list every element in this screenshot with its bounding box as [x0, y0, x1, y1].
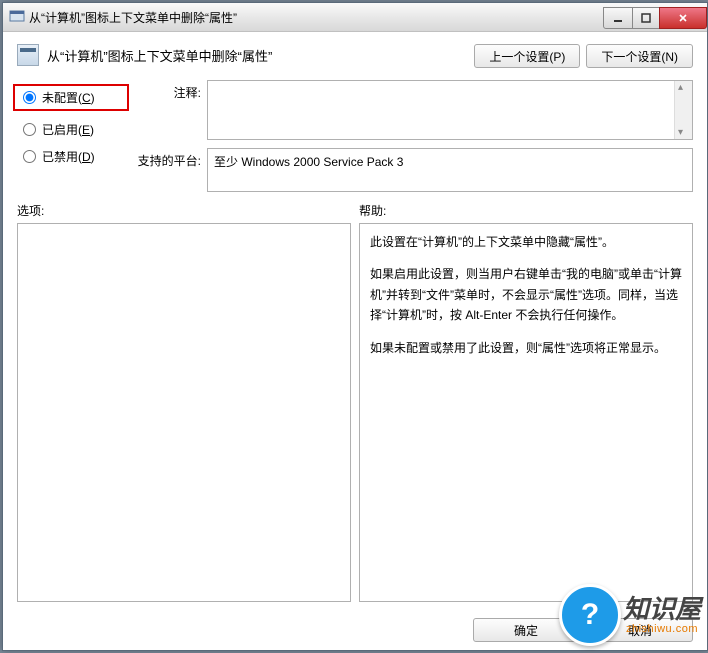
- radio-label: 未配置(C): [42, 89, 95, 106]
- scrollbar[interactable]: [674, 81, 692, 139]
- prev-setting-button[interactable]: 上一个设置(P): [474, 44, 580, 68]
- maximize-button[interactable]: [632, 7, 660, 29]
- header-text: 从“计算机”图标上下文菜单中删除“属性”: [47, 44, 466, 65]
- help-label: 帮助:: [359, 202, 693, 219]
- radio-enabled-input[interactable]: [23, 123, 36, 136]
- help-paragraph: 如果未配置或禁用了此设置，则“属性”选项将正常显示。: [370, 338, 682, 358]
- platform-box: 至少 Windows 2000 Service Pack 3: [207, 148, 693, 192]
- cancel-button[interactable]: 取消: [587, 618, 693, 642]
- help-paragraph: 此设置在“计算机”的上下文菜单中隐藏“属性”。: [370, 232, 682, 252]
- ok-button[interactable]: 确定: [473, 618, 579, 642]
- radio-enabled[interactable]: 已启用(E): [17, 121, 127, 138]
- radio-group: 未配置(C) 已启用(E) 已禁用(D): [17, 80, 127, 192]
- cancel-label: 取消: [628, 622, 652, 639]
- comment-row: 注释:: [137, 80, 693, 140]
- window-controls: [604, 7, 707, 27]
- minimize-button[interactable]: [603, 7, 633, 29]
- platform-row: 支持的平台: 至少 Windows 2000 Service Pack 3: [137, 148, 693, 192]
- platform-label: 支持的平台:: [137, 148, 201, 169]
- nav-buttons: 上一个设置(P) 下一个设置(N): [474, 44, 693, 68]
- policy-icon: [17, 44, 39, 66]
- config-row: 未配置(C) 已启用(E) 已禁用(D) 注释:: [17, 80, 693, 192]
- next-setting-button[interactable]: 下一个设置(N): [586, 44, 693, 68]
- app-icon: [9, 9, 25, 25]
- dialog-window: 从“计算机”图标上下文菜单中删除“属性” 从“计算机”图标上下文菜单中删除“属性…: [2, 2, 708, 651]
- fields-col: 注释: 支持的平台: 至少 Windows 2000 Service Pack …: [137, 80, 693, 192]
- comment-textarea[interactable]: [207, 80, 693, 140]
- window-title: 从“计算机”图标上下文菜单中删除“属性”: [29, 9, 604, 26]
- next-setting-label: 下一个设置(N): [601, 48, 678, 65]
- radio-not-configured[interactable]: 未配置(C): [13, 84, 129, 111]
- comment-label: 注释:: [137, 80, 201, 140]
- radio-label: 已启用(E): [42, 121, 94, 138]
- footer: 确定 取消: [3, 610, 707, 650]
- dialog-body: 从“计算机”图标上下文菜单中删除“属性” 上一个设置(P) 下一个设置(N) 未…: [3, 32, 707, 610]
- options-label: 选项:: [17, 202, 351, 219]
- radio-disabled[interactable]: 已禁用(D): [17, 148, 127, 165]
- radio-disabled-input[interactable]: [23, 150, 36, 163]
- ok-label: 确定: [514, 622, 538, 639]
- help-pane[interactable]: 此设置在“计算机”的上下文菜单中隐藏“属性”。如果启用此设置，则当用户右键单击“…: [359, 223, 693, 602]
- close-button[interactable]: [659, 7, 707, 29]
- prev-setting-label: 上一个设置(P): [489, 48, 565, 65]
- platform-value: 至少 Windows 2000 Service Pack 3: [214, 155, 403, 169]
- titlebar[interactable]: 从“计算机”图标上下文菜单中删除“属性”: [3, 3, 707, 32]
- panes: 此设置在“计算机”的上下文菜单中隐藏“属性”。如果启用此设置，则当用户右键单击“…: [17, 223, 693, 602]
- header-row: 从“计算机”图标上下文菜单中删除“属性” 上一个设置(P) 下一个设置(N): [17, 44, 693, 68]
- options-pane[interactable]: [17, 223, 351, 602]
- pane-labels: 选项: 帮助:: [17, 202, 693, 219]
- radio-not-configured-input[interactable]: [23, 91, 36, 104]
- radio-label: 已禁用(D): [42, 148, 95, 165]
- help-paragraph: 如果启用此设置，则当用户右键单击“我的电脑”或单击“计算机”并转到“文件”菜单时…: [370, 264, 682, 325]
